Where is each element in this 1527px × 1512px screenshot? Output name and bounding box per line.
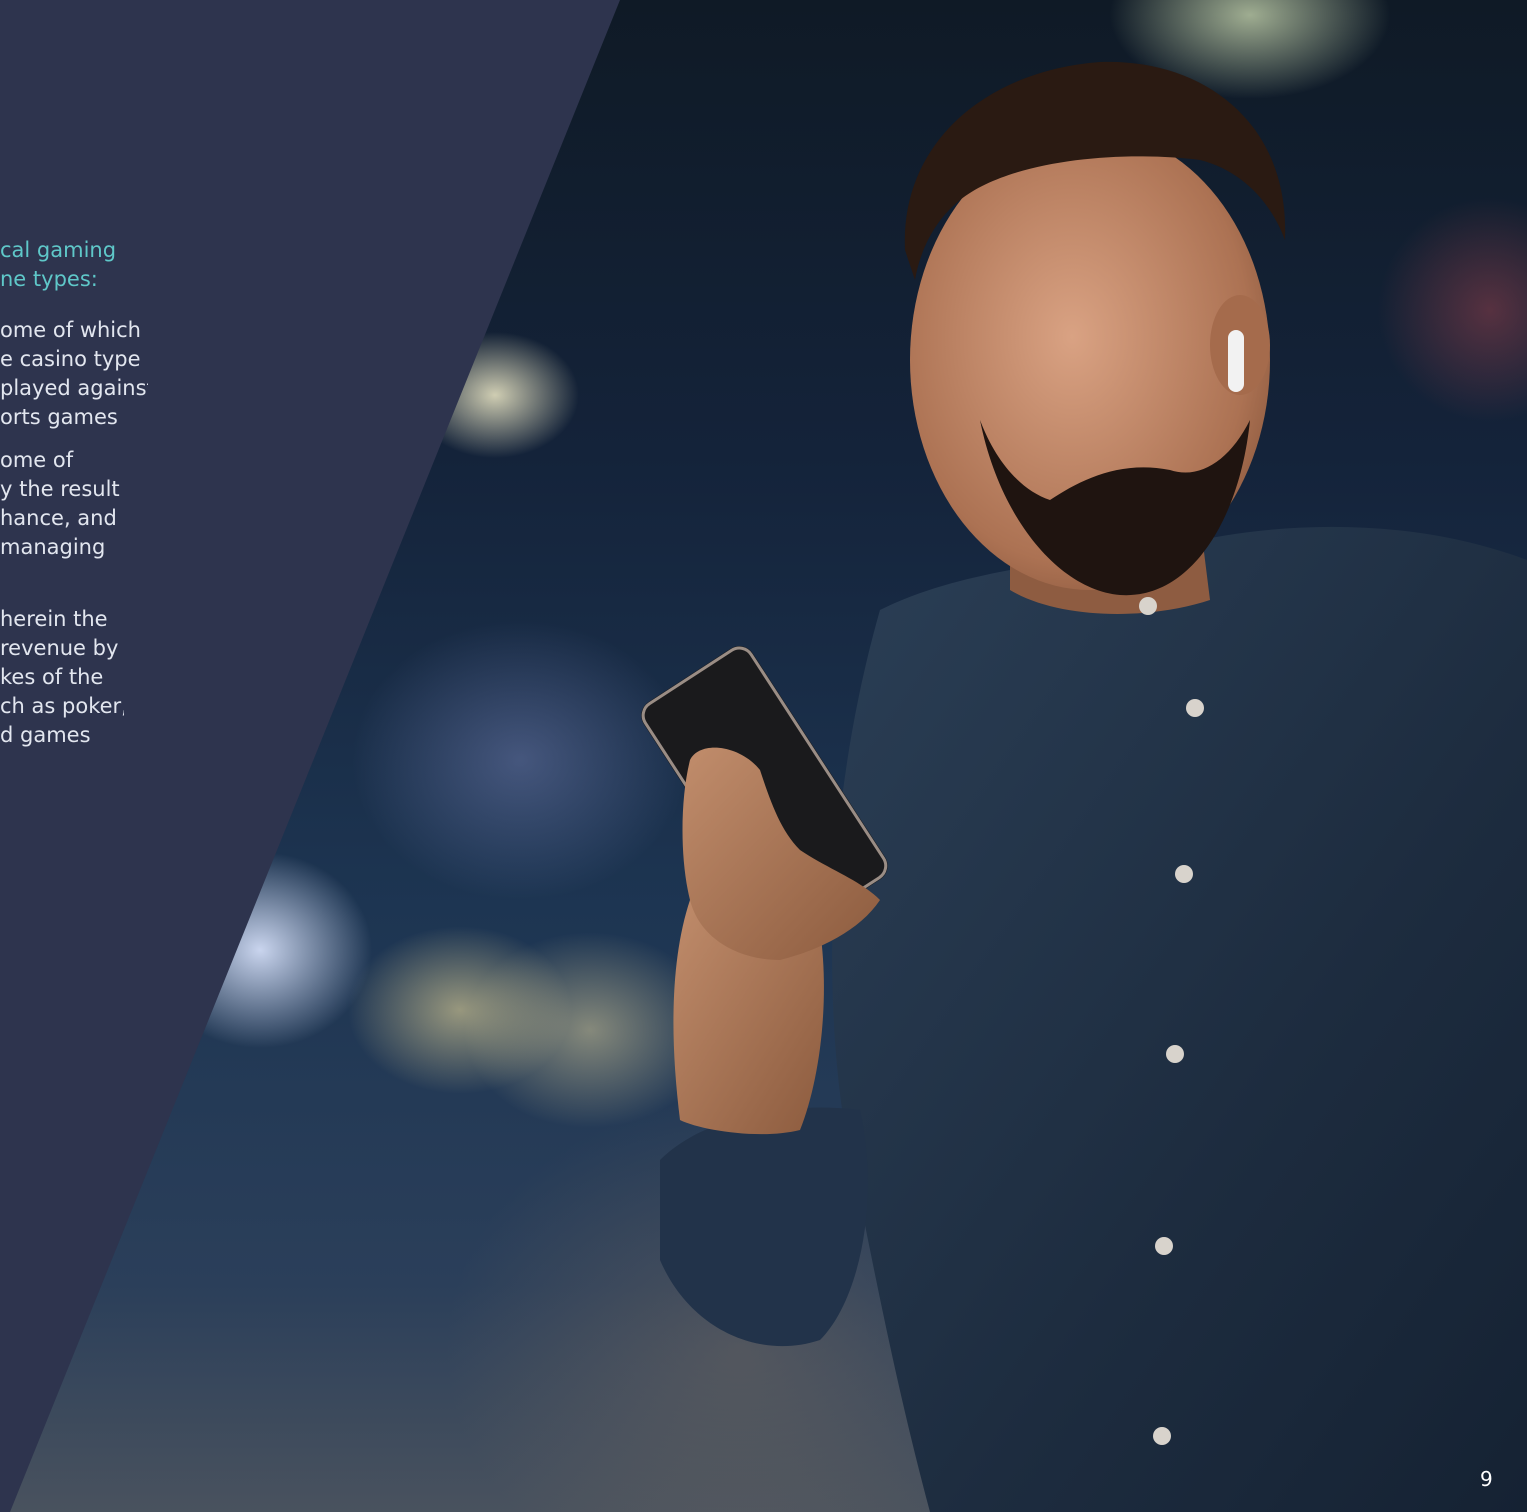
page-number: 9 [1480,1467,1493,1491]
paragraph-line: kes of the [0,665,104,689]
paragraph: ome of which e casino type played agains… [0,316,148,432]
paragraph-line: y the result [0,477,120,501]
paragraph-line: managing [0,535,106,559]
paragraph-line: orts games [0,405,118,429]
paragraph-line: revenue by [0,636,119,660]
paragraph-line: ch as poker, [0,694,124,718]
paragraph: herein the revenue by kes of the ch as p… [0,605,124,750]
section-heading: cal gaming ne types: [0,236,118,294]
paragraph-line: hance, and [0,506,117,530]
paragraph-line: played against [0,376,148,400]
paragraph-line: herein the [0,607,108,631]
paragraph-line: d games [0,723,91,747]
paragraph-line: ome of which [0,318,141,342]
heading-line: ne types: [0,267,98,291]
paragraph-line: ome of [0,448,74,472]
paragraph: ome of y the result hance, and managing [0,446,120,562]
heading-line: cal gaming [0,238,117,262]
paragraph-line: e casino type [0,347,141,371]
